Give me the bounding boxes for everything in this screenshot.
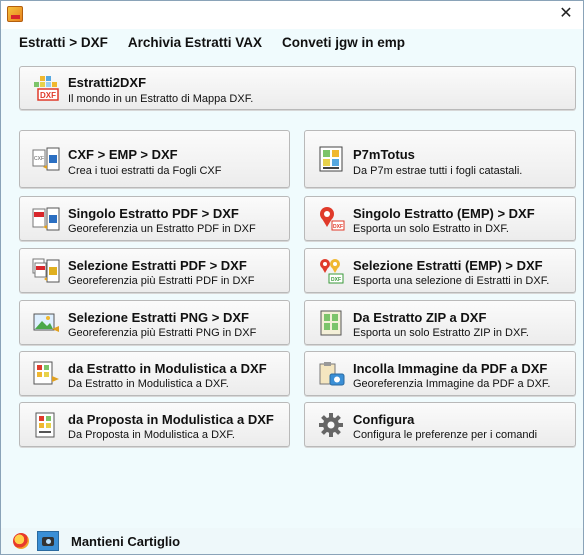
selezione-estratti-emp-button[interactable]: DXF Selezione Estratti (EMP) > DXF Espor… [304, 248, 576, 293]
camera-icon[interactable] [37, 531, 59, 551]
zip-archive-icon [317, 309, 345, 337]
button-title: da Estratto in Modulistica a DXF [68, 361, 267, 376]
multi-pdf-icon [32, 257, 60, 285]
button-title: Estratti2DXF [68, 75, 147, 90]
form-proposal-icon [32, 411, 60, 439]
button-title: Configura [353, 412, 415, 427]
proposta-modulistica-button[interactable]: da Proposta in Modulistica a DXF Da Prop… [19, 402, 290, 447]
pdf-to-dxf-icon [32, 205, 60, 233]
menu-estratti-dxf[interactable]: Estratti > DXF [19, 35, 108, 50]
button-subtitle: Georeferenzia Immagine da PDF a DXF. [353, 378, 551, 390]
estratto-modulistica-button[interactable]: da Estratto in Modulistica a DXF Da Estr… [19, 351, 290, 396]
svg-text:CXF: CXF [34, 156, 44, 162]
app-window: ✕ Estratti > DXF Archivia Estratti VAX C… [0, 0, 584, 555]
cxf-convert-icon: CXF [32, 145, 60, 173]
button-title: Selezione Estratti PNG > DXF [68, 310, 249, 325]
button-title: Selezione Estratti (EMP) > DXF [353, 258, 543, 273]
incolla-immagine-button[interactable]: Incolla Immagine da PDF a DXF Georeferen… [304, 351, 576, 396]
button-title: Singolo Estratto (EMP) > DXF [353, 206, 535, 221]
png-image-icon [32, 309, 60, 337]
da-estratto-zip-button[interactable]: Da Estratto ZIP a DXF Esporta un solo Es… [304, 300, 576, 345]
menu-bar: Estratti > DXF Archivia Estratti VAX Con… [1, 29, 583, 55]
button-subtitle: Il mondo in un Estratto di Mappa DXF. [68, 93, 254, 105]
gear-icon [317, 411, 345, 439]
button-subtitle: Esporta una selezione di Estratti in DXF… [353, 275, 550, 287]
menu-archivia-estratti-vax[interactable]: Archivia Estratti VAX [128, 35, 262, 50]
map-pin-icon: DXF [317, 205, 345, 233]
close-button[interactable]: ✕ [555, 3, 577, 25]
button-title: CXF > EMP > DXF [68, 147, 178, 162]
button-subtitle: Crea i tuoi estratti da Fogli CXF [68, 165, 222, 177]
configura-button[interactable]: Configura Configura le preferenze per i … [304, 402, 576, 447]
title-bar: ✕ [1, 1, 583, 29]
paste-camera-icon [317, 360, 345, 388]
dxf-tiles-icon: DXF [32, 74, 60, 102]
button-title: Da Estratto ZIP a DXF [353, 310, 487, 325]
estratti2dxf-button[interactable]: DXF Estratti2DXF Il mondo in un Estratto… [19, 66, 576, 110]
button-title: Incolla Immagine da PDF a DXF [353, 361, 548, 376]
menu-conveti-jgw-emp[interactable]: Conveti jgw in emp [282, 35, 405, 50]
button-subtitle: Esporta un solo Estratto ZIP in DXF. [353, 327, 529, 339]
button-subtitle: Georeferenzia più Estratti PNG in DXF [68, 327, 257, 339]
button-title: Singolo Estratto PDF > DXF [68, 206, 239, 221]
button-subtitle: Da Estratto in Modulistica a DXF. [68, 378, 229, 390]
status-bar: Mantieni Cartiglio [1, 528, 583, 554]
cxf-emp-dxf-button[interactable]: CXF CXF > EMP > DXF Crea i tuoi estratti… [19, 130, 290, 188]
mantieni-cartiglio-label[interactable]: Mantieni Cartiglio [71, 534, 180, 549]
singolo-estratto-pdf-button[interactable]: Singolo Estratto PDF > DXF Georeferenzia… [19, 196, 290, 241]
button-title: Selezione Estratti PDF > DXF [68, 258, 247, 273]
button-subtitle: Georeferenzia un Estratto PDF in DXF [68, 223, 256, 235]
multi-pin-icon: DXF [317, 257, 345, 285]
selezione-estratti-png-button[interactable]: Selezione Estratti PNG > DXF Georeferenz… [19, 300, 290, 345]
button-title: da Proposta in Modulistica a DXF [68, 412, 274, 427]
svg-text:DXF: DXF [331, 277, 341, 283]
button-subtitle: Esporta un solo Estratto in DXF. [353, 223, 509, 235]
p7m-grid-icon [317, 145, 345, 173]
button-subtitle: Georeferenzia più Estratti PDF in DXF [68, 275, 255, 287]
form-extract-icon [32, 360, 60, 388]
palette-icon[interactable] [13, 533, 29, 549]
button-subtitle: Da P7m estrae tutti i fogli catastali. [353, 165, 523, 177]
button-title: P7mTotus [353, 147, 415, 162]
selezione-estratti-pdf-button[interactable]: Selezione Estratti PDF > DXF Georeferenz… [19, 248, 290, 293]
p7mtotus-button[interactable]: P7mTotus Da P7m estrae tutti i fogli cat… [304, 130, 576, 188]
svg-text:DXF: DXF [333, 224, 343, 230]
app-logo-icon [7, 6, 23, 22]
singolo-estratto-emp-button[interactable]: DXF Singolo Estratto (EMP) > DXF Esporta… [304, 196, 576, 241]
button-subtitle: Da Proposta in Modulistica a DXF. [68, 429, 235, 441]
button-subtitle: Configura le preferenze per i comandi [353, 429, 538, 441]
svg-text:DXF: DXF [40, 91, 56, 100]
